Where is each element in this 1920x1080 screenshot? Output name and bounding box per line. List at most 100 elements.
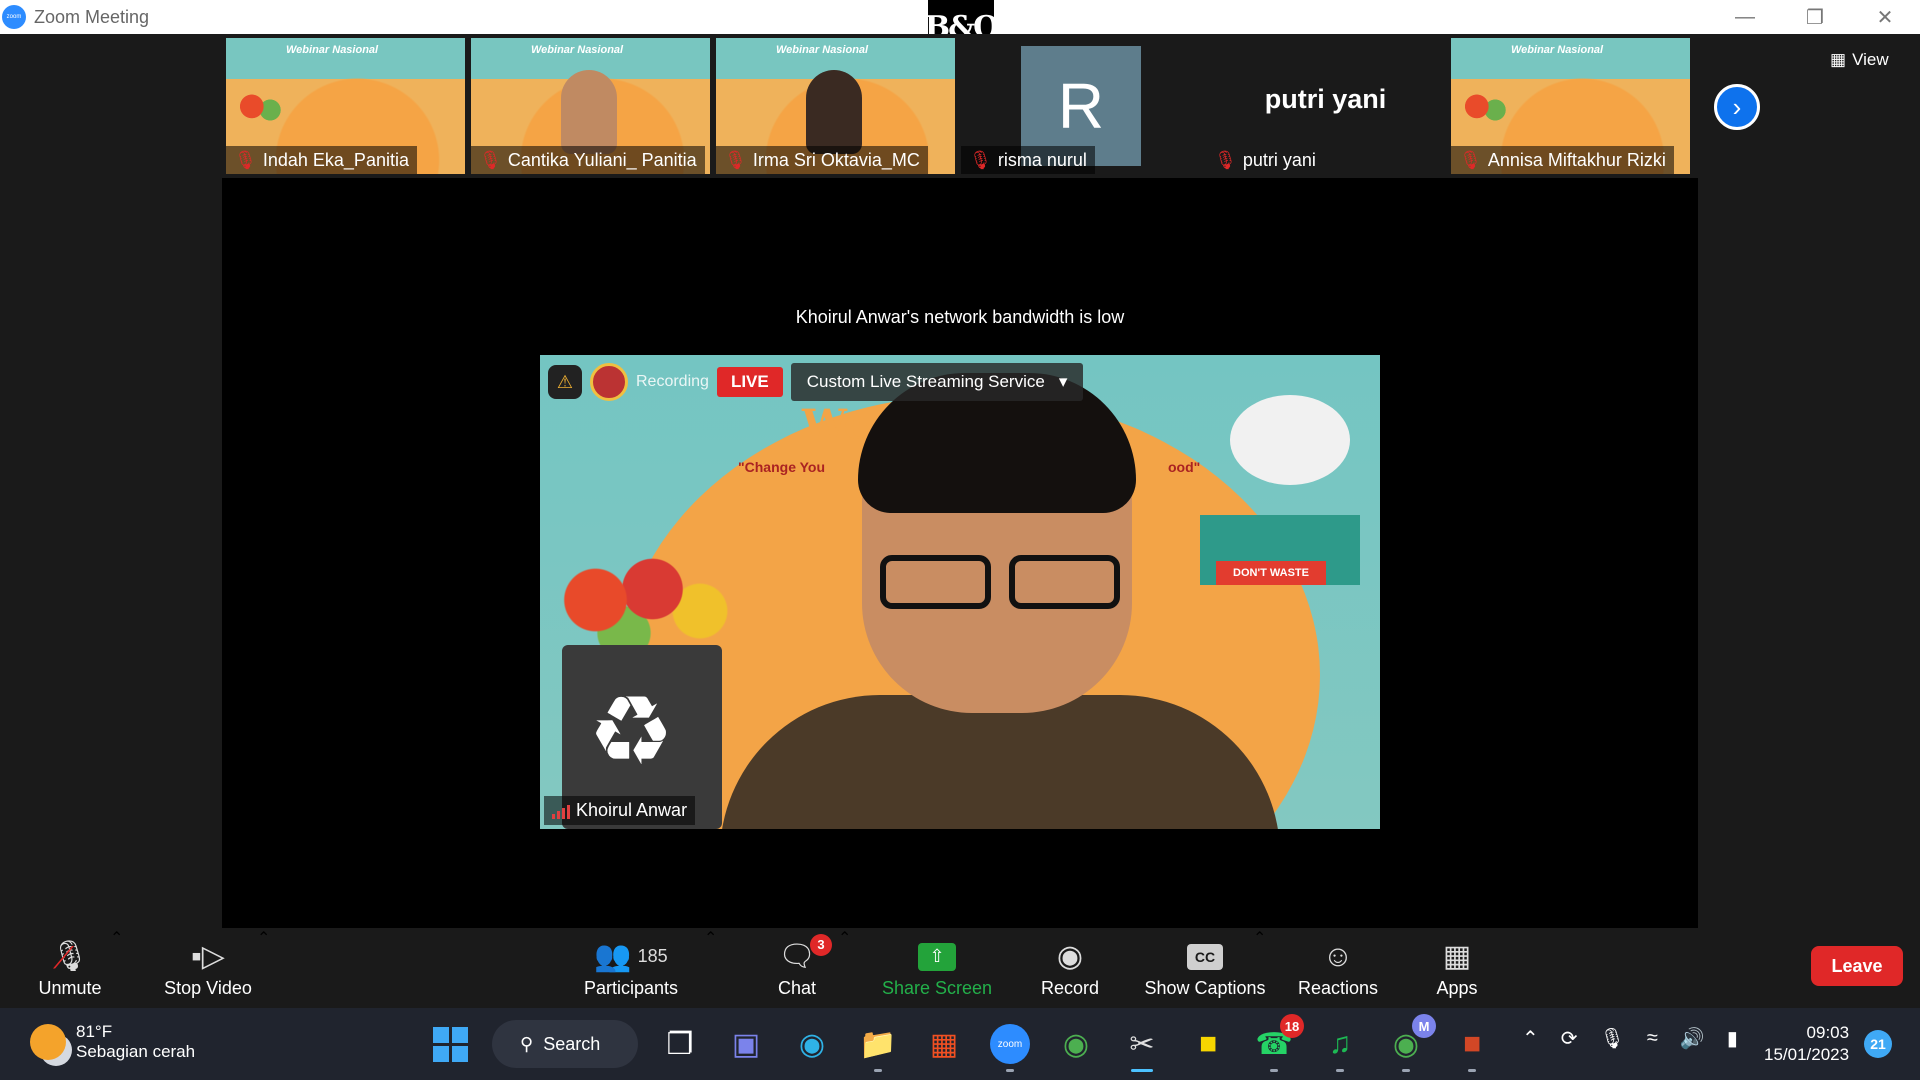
streaming-service-dropdown[interactable]: Custom Live Streaming Service ▾ [790,363,1084,401]
participant-video-face [806,70,862,154]
participant-thumbnail[interactable]: Webinar Nasional 🎙 Annisa Miftakhur Rizk… [1451,38,1690,174]
participant-name: Annisa Miftakhur Rizki [1487,149,1666,170]
record-button[interactable]: ◉ Record [1030,928,1110,1008]
microsoft-store-icon[interactable]: ▦ [920,1020,968,1068]
streaming-service-label: Custom Live Streaming Service [806,372,1045,391]
participant-thumbnail[interactable]: R 🎙 risma nurul [961,38,1200,174]
zoom-meeting-window: zoom Zoom Meeting — ❐ ✕ B&O Webinar Nasi… [0,0,1920,1080]
wifi-icon[interactable]: ≈ [1647,1027,1658,1050]
stop-video-button[interactable]: ▪▷ Stop Video [158,928,258,1008]
participants-button[interactable]: 👥 185 Participants [576,928,686,1008]
search-icon: ⚲ [520,1033,534,1054]
chat-unread-badge: 3 [810,933,833,956]
snipping-tool-icon[interactable]: ✂ [1118,1020,1166,1072]
participants-count: 185 [637,946,668,966]
view-button[interactable]: ▦ View [1830,50,1889,70]
teams-chat-icon[interactable]: ▣ [722,1020,770,1068]
apps-icon: ▦ [1442,940,1472,973]
apps-button[interactable]: ▦ Apps [1416,928,1498,1008]
recording-label: Recording [636,373,709,390]
start-button[interactable] [426,1020,474,1068]
volume-icon[interactable]: 🔊 [1680,1026,1705,1051]
sync-icon[interactable]: ⟳ [1561,1026,1578,1051]
spotify-icon[interactable]: ♫ [1316,1020,1364,1072]
closed-captions-icon: CC [1187,938,1223,976]
powerpoint-icon[interactable]: ■ [1448,1020,1496,1072]
show-captions-button[interactable]: CC Show Captions [1140,928,1270,1008]
windows-logo-icon [432,1026,468,1062]
participant-name: risma nurul [997,149,1087,170]
sticky-notes-icon[interactable]: ■ [1184,1020,1232,1068]
weather-widget[interactable]: 81°F Sebagian cerah [30,1022,195,1062]
muted-mic-icon: 🎙 [724,149,747,170]
participant-name-tag: 🎙 Cantika Yuliani_ Panitia [471,146,705,174]
search-label: Search [543,1033,601,1054]
thumbnail-banner: Webinar Nasional [286,44,379,56]
zoom-taskbar-icon[interactable]: zoom [986,1020,1034,1072]
audio-options-caret[interactable]: ⌃ [110,928,123,948]
share-screen-icon: ⇧ [918,938,956,976]
participant-name: putri yani [1242,149,1316,170]
security-shield-icon[interactable]: ⚠ [548,365,582,399]
video-status-bar: ⚠ Recording LIVE Custom Live Streaming S… [548,363,1084,401]
participant-thumbnail[interactable]: putri yani 🎙 putri yani [1206,38,1445,174]
share-screen-button[interactable]: ⇧ Share Screen [874,928,1000,1008]
reactions-label: Reactions [1297,977,1379,998]
leave-button[interactable]: Leave [1811,946,1903,986]
chevron-right-icon: › [1732,91,1742,122]
speaker-body [720,695,1280,829]
edge-browser-icon[interactable]: ◉ [788,1020,836,1068]
captions-options-caret[interactable]: ⌃ [1253,928,1266,948]
clock-time: 09:03 [1806,1023,1850,1042]
participant-name-tag: 🎙 putri yani [1206,146,1324,174]
thumbnail-banner: Webinar Nasional [1511,44,1604,56]
active-speaker-video[interactable]: We "Change You ood" ♻ DON'T WASTE ⚠ Reco… [540,355,1380,829]
chrome-profile-icon[interactable]: ◉ M [1382,1014,1436,1072]
bandwidth-notice: Khoirul Anwar's network bandwidth is low [795,307,1125,327]
unmute-button[interactable]: 🎙 ⟋ Unmute [28,928,112,1008]
live-badge[interactable]: LIVE [716,367,783,397]
video-options-caret[interactable]: ⌃ [257,928,270,948]
stop-video-label: Stop Video [164,977,252,998]
chat-button[interactable]: 🗨 3 Chat [760,928,834,1008]
close-button[interactable]: ✕ [1850,0,1920,34]
chevron-down-icon: ▾ [1058,372,1068,391]
speaker-glasses [880,555,1120,609]
notification-count-badge[interactable]: 21 [1864,1030,1892,1058]
battery-icon[interactable]: ▮ [1727,1026,1738,1051]
thumbnail-banner: Webinar Nasional [531,44,624,56]
participant-name-tag: 🎙 risma nurul [961,146,1095,174]
record-label: Record [1040,977,1100,998]
participant-thumbnail[interactable]: Webinar Nasional 🎙 Irma Sri Oktavia_MC [716,38,955,174]
muted-mic-icon: 🎙 [1214,149,1237,170]
participant-thumbnail[interactable]: Webinar Nasional 🎙 Indah Eka_Panitia [226,38,465,174]
window-title: Zoom Meeting [34,6,150,27]
file-explorer-icon[interactable]: 📁 [854,1020,902,1072]
participant-thumbnail[interactable]: Webinar Nasional 🎙 Cantika Yuliani_ Pani… [471,38,710,174]
background-headline: We [802,401,870,448]
chat-options-caret[interactable]: ⌃ [838,928,851,948]
system-clock[interactable]: 09:03 15/01/2023 [1764,1022,1849,1066]
whatsapp-icon[interactable]: ☎ 18 [1250,1014,1304,1072]
participant-strip: Webinar Nasional 🎙 Indah Eka_Panitia Web… [226,38,1690,174]
background-tagline: "Change You [738,459,826,475]
windows-taskbar: 81°F Sebagian cerah ⚲ Search ❐ ▣ ◉ 📁 ▦ z… [0,1008,1920,1080]
minimize-button[interactable]: — [1710,0,1780,34]
muted-mic-icon: 🎙 [234,149,257,170]
taskbar-search[interactable]: ⚲ Search [492,1020,638,1068]
weak-signal-icon [552,803,570,819]
plate-illustration [1230,395,1350,485]
food-illustration [238,92,284,128]
next-page-button[interactable]: › [1714,84,1760,130]
thumbnail-banner: Webinar Nasional [776,44,869,56]
participants-options-caret[interactable]: ⌃ [704,928,717,948]
microphone-icon[interactable]: 🎙 [1600,1026,1625,1051]
chrome-icon[interactable]: ◉ [1052,1020,1100,1068]
participant-name-tag: 🎙 Annisa Miftakhur Rizki [1451,146,1674,174]
task-view-icon[interactable]: ❐ [656,1020,704,1068]
meeting-toolbar: 🎙 ⟋ Unmute ⌃ ▪▷ Stop Video ⌃ 👥 185 Partici… [0,928,1920,1008]
restore-button[interactable]: ❐ [1780,0,1850,34]
chevron-up-icon[interactable]: ⌃ [1522,1026,1539,1051]
participant-name: Irma Sri Oktavia_MC [752,149,920,170]
reactions-button[interactable]: ☺ Reactions [1290,928,1386,1008]
